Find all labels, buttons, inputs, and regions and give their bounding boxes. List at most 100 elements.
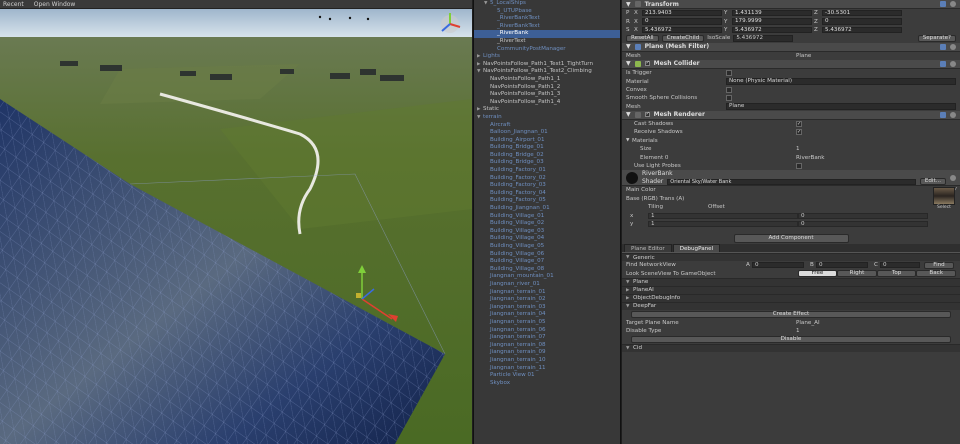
hierarchy-item[interactable]: Building_Factory_02	[474, 175, 620, 183]
element0-field[interactable]: RiverBank	[796, 155, 825, 161]
target-plane-field[interactable]: Plane_AI	[796, 320, 820, 326]
hierarchy-item[interactable]: 5_UTUPbase	[474, 8, 620, 16]
gear-icon[interactable]	[950, 43, 956, 50]
gear-icon[interactable]	[950, 60, 956, 67]
create-effect-button[interactable]: Create Effect	[631, 310, 951, 318]
foldout-icon[interactable]: ▼	[626, 1, 631, 8]
gear-icon[interactable]	[950, 174, 956, 181]
hierarchy-item[interactable]: Building_Village_02	[474, 220, 620, 228]
material-header[interactable]: RiverBank Shader Oriental Sky/Water Bank…	[622, 170, 960, 187]
mesh-collider-header[interactable]: ▼ Mesh Collider	[622, 59, 960, 69]
help-icon[interactable]	[940, 111, 946, 118]
hierarchy-item[interactable]: Skybox	[474, 380, 620, 388]
recent-menu[interactable]: Recent	[3, 1, 24, 8]
position-x-field[interactable]: 213.9403	[642, 9, 722, 17]
tiling-y-field[interactable]: 1	[648, 221, 798, 227]
cid-section[interactable]: ▼ Cid	[622, 343, 960, 352]
hierarchy-item[interactable]: Building_Airport_01	[474, 137, 620, 145]
scale-x-field[interactable]: 5.436972	[642, 26, 722, 34]
hierarchy-item[interactable]: Building_Factory_05	[474, 197, 620, 205]
hierarchy-item[interactable]: Jiangnan_terrain_01	[474, 289, 620, 297]
add-component-button[interactable]: Add Component	[733, 233, 849, 243]
hierarchy-item[interactable]: Jiangnan_terrain_06	[474, 327, 620, 335]
hierarchy-item[interactable]: Building_Village_01	[474, 213, 620, 221]
rotation-y-field[interactable]: 179.9999	[732, 18, 812, 25]
hierarchy-item[interactable]: Building_Bridge_01	[474, 144, 620, 152]
create-child-button[interactable]: CreateChild	[661, 34, 705, 42]
plane-section[interactable]: ▼ Plane	[622, 277, 960, 286]
collider-mesh-field[interactable]: Plane	[726, 103, 956, 110]
hierarchy-item[interactable]: Building_Bridge_03	[474, 159, 620, 167]
edit-shader-button[interactable]: Edit...	[919, 178, 946, 186]
hierarchy-item[interactable]: Jiangnan_mountain_01	[474, 273, 620, 281]
mesh-renderer-header[interactable]: ▼ Mesh Renderer	[622, 110, 960, 120]
receive-shadows-checkbox[interactable]: ✓	[796, 129, 802, 136]
generic-section[interactable]: ▼ Generic	[622, 253, 960, 262]
plane-ai-section[interactable]: ▶ PlaneAI	[622, 285, 960, 294]
offset-x-field[interactable]: 0	[798, 212, 928, 219]
hierarchy-item[interactable]: Building_Village_08	[474, 266, 620, 274]
hierarchy-panel[interactable]: ▼ 5_LocalShips 5_UTUPbase _RiverBankText _Ri…	[473, 0, 621, 444]
disable-type-field[interactable]: 1	[796, 328, 800, 334]
help-icon[interactable]	[940, 43, 946, 50]
a-field[interactable]: 0	[752, 262, 804, 269]
reset-all-button[interactable]: ResetAll	[626, 34, 659, 42]
gear-icon[interactable]	[950, 1, 956, 7]
hierarchy-item[interactable]: Jiangnan_terrain_09	[474, 349, 620, 357]
foldout-icon[interactable]: ▼	[626, 60, 631, 67]
b-field[interactable]: 0	[816, 262, 868, 269]
hierarchy-item[interactable]: Building_Village_04	[474, 235, 620, 243]
separate-button[interactable]: Separate?	[917, 34, 956, 42]
size-field[interactable]: 1	[796, 146, 800, 152]
scene-view[interactable]: Recent Open Window	[0, 0, 472, 444]
scale-y-field[interactable]: 5.436972	[732, 26, 812, 34]
offset-y-field[interactable]: 0	[798, 221, 928, 227]
hierarchy-item[interactable]: Building_Factory_04	[474, 190, 620, 198]
hierarchy-item[interactable]: Building_Bridge_02	[474, 152, 620, 160]
hierarchy-item[interactable]: ▼ terrain	[474, 114, 620, 122]
mesh-filter-header[interactable]: ▼ Plane (Mesh Filter)	[622, 42, 960, 52]
look-right-button[interactable]: Right	[837, 270, 877, 278]
hierarchy-item[interactable]: NavPointsFollow_Path1_3	[474, 91, 620, 99]
hierarchy-item[interactable]: Jiangnan_terrain_04	[474, 311, 620, 319]
hierarchy-item[interactable]: Particle View 01	[474, 372, 620, 380]
inspector-panel[interactable]: ▼ Transform P X 213.9403 Y 1.431139 Z -30.5…	[622, 0, 960, 444]
c-field[interactable]: 0	[880, 262, 920, 269]
hierarchy-item[interactable]: NavPointsFollow_Path1_2	[474, 84, 620, 92]
help-icon[interactable]	[940, 1, 946, 7]
hierarchy-item[interactable]: NavPointsFollow_Path1_1	[474, 76, 620, 84]
look-back-button[interactable]: Back	[916, 270, 956, 278]
renderer-enabled-checkbox[interactable]	[644, 112, 650, 118]
position-z-field[interactable]: -30.5301	[822, 9, 902, 17]
hierarchy-item[interactable]: Jiangnan_terrain_10	[474, 357, 620, 365]
hierarchy-item[interactable]: ▶ Static	[474, 106, 620, 114]
hierarchy-item[interactable]: Jiangnan_terrain_02	[474, 296, 620, 304]
hierarchy-item[interactable]: Building_Factory_03	[474, 182, 620, 190]
hierarchy-item[interactable]: ▶ NavPointsFollow_Path1_Test1_TightTurn	[474, 61, 620, 69]
cast-shadows-checkbox[interactable]: ✓	[796, 121, 802, 128]
scale-z-field[interactable]: 5.436972	[822, 26, 902, 34]
help-icon[interactable]	[940, 60, 946, 67]
object-debug-section[interactable]: ▶ ObjectDebugInfo	[622, 293, 960, 302]
look-top-button[interactable]: Top	[876, 270, 917, 278]
hierarchy-item[interactable]: Aircraft	[474, 122, 620, 130]
hierarchy-item[interactable]: Building_Village_03	[474, 228, 620, 236]
foldout-icon[interactable]: ▼	[626, 111, 631, 118]
select-texture-button[interactable]: Select	[937, 205, 951, 210]
tiling-x-field[interactable]: 1	[648, 212, 798, 219]
tab-plane-editor[interactable]: Plane Editor	[624, 244, 672, 253]
rotation-x-field[interactable]: 0	[642, 18, 722, 25]
hierarchy-item[interactable]: NavPointsFollow_Path1_4	[474, 99, 620, 107]
hierarchy-item[interactable]: Jiangnan_river_01	[474, 281, 620, 289]
transform-header[interactable]: ▼ Transform	[622, 0, 960, 9]
hierarchy-item[interactable]: Building_Village_05	[474, 243, 620, 251]
scene-render[interactable]	[0, 9, 472, 444]
collider-enabled-checkbox[interactable]	[644, 61, 650, 67]
hierarchy-item[interactable]: Jiangnan_terrain_07	[474, 334, 620, 342]
convex-checkbox[interactable]	[726, 86, 732, 93]
hierarchy-item[interactable]: Jiangnan_terrain_08	[474, 342, 620, 350]
hierarchy-item[interactable]: _RiverBankText	[474, 15, 620, 23]
tab-debug-panel[interactable]: DebugPanel	[672, 244, 721, 253]
smooth-checkbox[interactable]	[726, 95, 732, 102]
physic-material-field[interactable]: None (Physic Material)	[726, 78, 956, 85]
